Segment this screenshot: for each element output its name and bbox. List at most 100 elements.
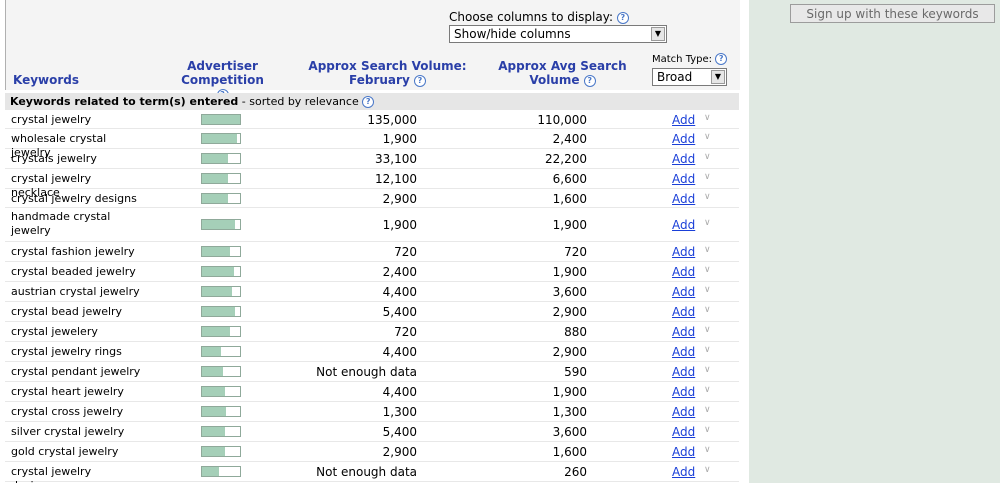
help-icon[interactable]: ? <box>362 96 375 108</box>
chevron-down-icon[interactable]: ∨ <box>704 365 711 375</box>
add-keyword-link[interactable]: Add <box>672 305 695 319</box>
avg-volume-cell: 2,900 <box>552 305 587 319</box>
chevron-down-icon[interactable]: ∨ <box>704 405 711 415</box>
table-row: austrian crystal jewelry 4,400 3,600 Add ∨ <box>5 282 739 302</box>
search-volume-cell: 1,300 <box>382 405 417 419</box>
keyword-cell: crystal jewelry <box>11 112 92 126</box>
section-title: Keywords related to term(s) entered <box>10 95 239 108</box>
add-keyword-link[interactable]: Add <box>672 285 695 299</box>
competition-bar-fill <box>202 114 240 124</box>
search-volume-cell: 2,900 <box>382 445 417 459</box>
search-volume-cell: 33,100 <box>375 152 417 166</box>
add-keyword-link[interactable]: Add <box>672 132 695 146</box>
competition-bar-fill <box>202 307 236 316</box>
competition-bar-fill <box>202 193 228 203</box>
avg-volume-cell: 590 <box>564 365 587 379</box>
competition-bar <box>201 306 241 317</box>
add-keyword-link[interactable]: Add <box>672 345 695 359</box>
add-keyword-link[interactable]: Add <box>672 192 695 206</box>
competition-bar-fill <box>202 467 220 476</box>
add-keyword-link[interactable]: Add <box>672 365 695 379</box>
competition-bar <box>201 153 241 164</box>
avg-volume-cell: 1,900 <box>552 385 587 399</box>
competition-bar-fill <box>202 327 230 336</box>
add-keyword-link[interactable]: Add <box>672 152 695 166</box>
add-keyword-link[interactable]: Add <box>672 465 695 479</box>
chevron-down-icon[interactable]: ∨ <box>704 325 711 335</box>
search-volume-cell: 4,400 <box>382 285 417 299</box>
table-row: crystal jewelry designs 2,900 1,600 Add ∨ <box>5 189 739 208</box>
chevron-down-icon[interactable]: ∨ <box>704 425 711 435</box>
add-keyword-link[interactable]: Add <box>672 425 695 439</box>
chevron-down-icon[interactable]: ∨ <box>704 192 711 202</box>
search-volume-cell: 4,400 <box>382 345 417 359</box>
competition-bar-fill <box>202 154 228 163</box>
competition-bar <box>201 346 241 357</box>
add-keyword-link[interactable]: Add <box>672 113 695 127</box>
add-keyword-link[interactable]: Add <box>672 445 695 459</box>
chevron-down-icon[interactable]: ∨ <box>704 385 711 395</box>
competition-bar <box>201 446 241 457</box>
add-keyword-link[interactable]: Add <box>672 405 695 419</box>
help-icon[interactable]: ? <box>583 74 596 87</box>
search-volume-cell: Not enough data <box>316 365 417 379</box>
competition-bar-fill <box>202 174 228 183</box>
chevron-down-icon[interactable]: ∨ <box>704 445 711 455</box>
chevron-down-icon[interactable]: ∨ <box>704 465 711 475</box>
chevron-down-icon[interactable]: ∨ <box>704 172 711 182</box>
match-type-select[interactable]: Broad ▼ <box>652 68 727 86</box>
chevron-down-icon[interactable]: ∨ <box>704 152 711 162</box>
header-keywords[interactable]: Keywords <box>13 73 79 87</box>
sidebar-panel <box>749 0 1000 483</box>
help-icon[interactable]: ? <box>413 74 426 87</box>
keyword-cell: crystal bead jewelry <box>11 305 123 318</box>
avg-volume-cell: 3,600 <box>552 285 587 299</box>
header-avg-volume[interactable]: Approx Avg Search Volume ? <box>495 59 630 87</box>
add-keyword-link[interactable]: Add <box>672 245 695 259</box>
competition-bar <box>201 326 241 337</box>
competition-bar-fill <box>202 407 226 416</box>
columns-select-value: Show/hide columns <box>454 27 571 41</box>
add-keyword-link[interactable]: Add <box>672 325 695 339</box>
search-volume-cell: 1,900 <box>382 218 417 232</box>
chevron-down-icon[interactable]: ∨ <box>704 218 711 228</box>
search-volume-cell: 720 <box>394 245 417 259</box>
avg-volume-cell: 720 <box>564 245 587 259</box>
chevron-down-icon[interactable]: ∨ <box>704 345 711 355</box>
add-keyword-link[interactable]: Add <box>672 265 695 279</box>
competition-bar <box>201 246 241 257</box>
help-icon[interactable]: ? <box>616 11 629 24</box>
avg-volume-cell: 1,600 <box>552 191 587 206</box>
table-row: crystal pendant jewelry Not enough data 59… <box>5 362 739 382</box>
chevron-down-icon[interactable]: ∨ <box>704 132 711 142</box>
add-keyword-link[interactable]: Add <box>672 385 695 399</box>
keyword-cell: crystal cross jewelry <box>11 405 124 418</box>
search-volume-cell: Not enough data <box>316 465 417 479</box>
columns-select[interactable]: Show/hide columns ▼ <box>449 25 667 43</box>
chevron-down-icon[interactable]: ∨ <box>704 245 711 255</box>
sign-up-with-keywords-button[interactable]: Sign up with these keywords <box>790 4 995 23</box>
help-icon[interactable]: ? <box>715 53 728 65</box>
chevron-down-icon[interactable]: ∨ <box>704 285 711 295</box>
search-volume-cell: 5,400 <box>382 425 417 439</box>
keyword-cell: crystal jewelry rings <box>11 345 122 358</box>
competition-bar <box>201 133 241 144</box>
avg-volume-cell: 3,600 <box>552 425 587 439</box>
table-row: crystal jewelry designer Not enough data 2… <box>5 462 739 483</box>
chevron-down-icon[interactable]: ∨ <box>704 113 711 123</box>
add-keyword-link[interactable]: Add <box>672 172 695 186</box>
competition-bar-fill <box>202 247 230 256</box>
keyword-cell: crystal pendant jewelry <box>11 365 141 378</box>
chevron-down-icon[interactable]: ∨ <box>704 265 711 275</box>
keyword-cell: crystal jewelry designer <box>11 465 92 483</box>
search-volume-cell: 4,400 <box>382 385 417 399</box>
add-keyword-link[interactable]: Add <box>672 218 695 232</box>
competition-bar <box>201 406 241 417</box>
panel-divider <box>741 0 749 483</box>
search-volume-cell: 2,400 <box>382 265 417 279</box>
chevron-down-icon[interactable]: ∨ <box>704 305 711 315</box>
header-search-volume[interactable]: Approx Search Volume: February ? <box>305 59 470 87</box>
table-row: crystal fashion jewelry 720 720 Add ∨ <box>5 242 739 262</box>
avg-volume-cell: 2,400 <box>552 132 587 146</box>
avg-volume-cell: 110,000 <box>537 112 587 127</box>
